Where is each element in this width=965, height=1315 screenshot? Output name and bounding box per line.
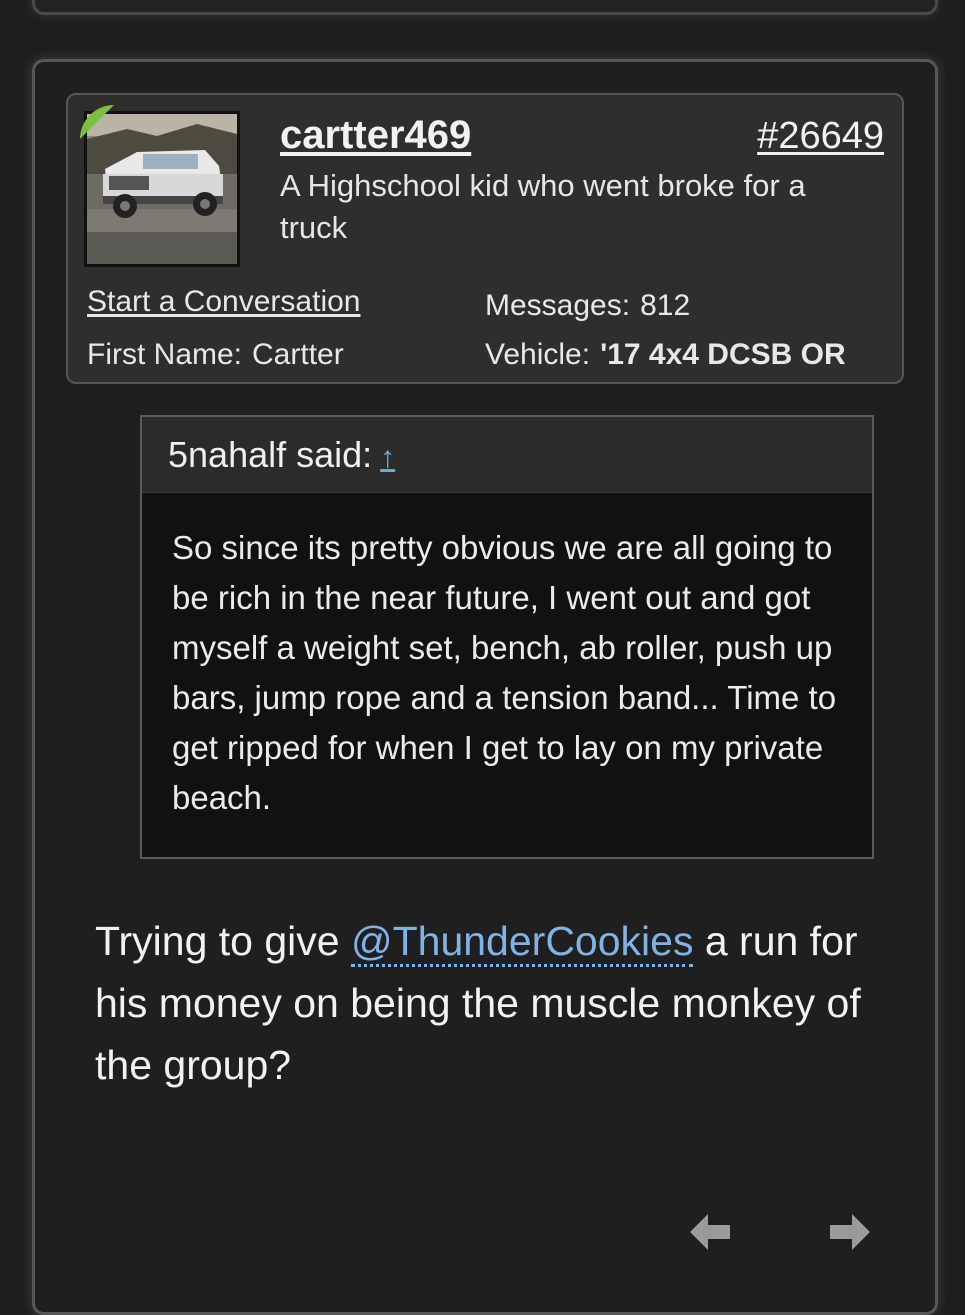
user-title: A Highschool kid who went broke for a tr… <box>280 168 806 245</box>
vehicle-row: Vehicle: '17 4x4 DCSB OR <box>485 338 846 372</box>
up-arrow-icon[interactable]: ↑ <box>380 441 395 474</box>
quote-text: So since its pretty obvious we are all g… <box>172 529 837 816</box>
messages-row: Messages: 812 <box>485 289 690 323</box>
post-number-link[interactable]: #26649 <box>757 115 884 158</box>
messages-label: Messages: <box>485 289 631 322</box>
avatar[interactable] <box>84 111 240 267</box>
quote-header: 5nahalf said: ↑ <box>142 417 872 493</box>
user-info-card: cartter469 #26649 A Highschool kid who w… <box>66 93 904 384</box>
left-arrow-icon[interactable] <box>680 1202 740 1262</box>
vehicle-value: '17 4x4 DCSB OR <box>600 338 846 371</box>
username-link[interactable]: cartter469 <box>280 113 471 158</box>
first-name-label: First Name: <box>87 338 243 371</box>
vehicle-label: Vehicle: <box>485 338 591 371</box>
forum-post: cartter469 #26649 A Highschool kid who w… <box>32 59 938 1315</box>
start-conversation-link[interactable]: Start a Conversation <box>87 285 360 319</box>
previous-post-edge <box>32 0 938 15</box>
messages-value: 812 <box>640 289 691 322</box>
mention-link[interactable]: @ThunderCookies <box>350 918 694 967</box>
right-arrow-icon[interactable] <box>820 1202 880 1262</box>
message-text-before: Trying to give <box>95 918 351 964</box>
truck-photo <box>87 114 237 264</box>
post-message: Trying to give @ThunderCookies a run for… <box>95 910 885 1096</box>
quote-attribution: 5nahalf said: <box>168 434 373 475</box>
quote-block: 5nahalf said: ↑ So since its pretty obvio… <box>140 415 874 859</box>
first-name-value: Cartter <box>252 338 344 371</box>
first-name-row: First Name: Cartter <box>87 338 344 372</box>
